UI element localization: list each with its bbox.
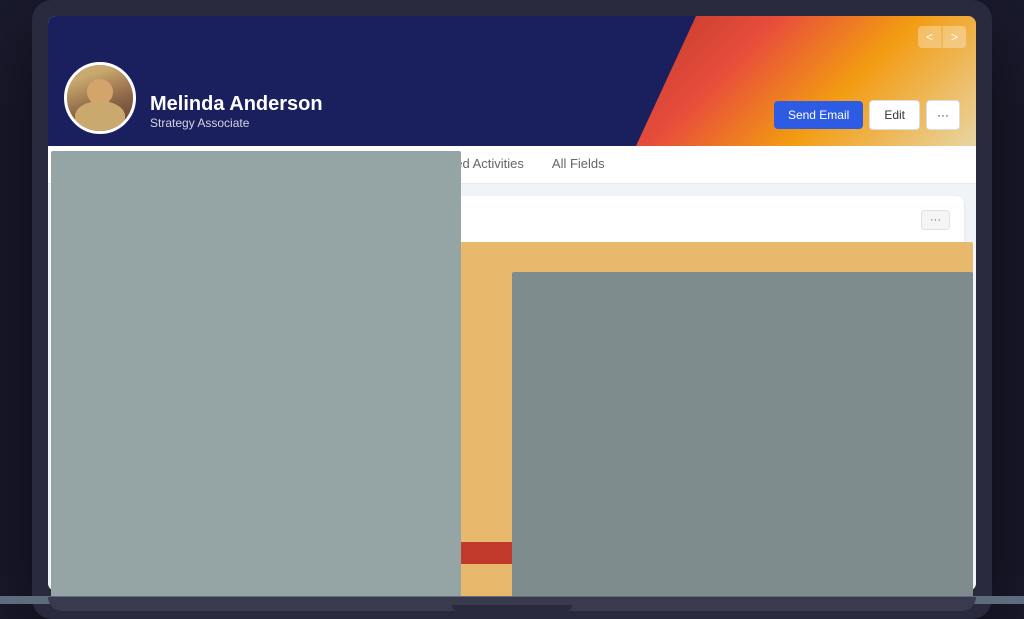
avatar bbox=[64, 62, 136, 134]
action-buttons: Send Email Edit ··· bbox=[774, 100, 960, 130]
next-button[interactable]: > bbox=[943, 26, 966, 48]
properties-grid: GOLDEN EAGLE COTTAGE Individual house Bu… bbox=[341, 242, 950, 420]
profile-section: Melinda Anderson Strategy Associate bbox=[64, 62, 323, 134]
prev-button[interactable]: < bbox=[918, 26, 941, 48]
banner-nav-buttons: < > bbox=[918, 26, 966, 48]
properties-more-btn[interactable]: ··· bbox=[921, 210, 950, 230]
profile-name: Melinda Anderson bbox=[150, 93, 323, 116]
profile-info: Melinda Anderson Strategy Associate bbox=[150, 93, 323, 134]
right-column: Properties ··· bbox=[327, 196, 964, 579]
profile-title: Strategy Associate bbox=[150, 116, 323, 130]
more-options-button[interactable]: ··· bbox=[926, 100, 960, 130]
tab-all-fields[interactable]: All Fields bbox=[538, 146, 619, 183]
laptop-frame: < > Melinda Anderson Strategy Associate bbox=[32, 0, 992, 619]
send-email-button[interactable]: Send Email bbox=[774, 101, 863, 129]
properties-card: Properties ··· bbox=[327, 196, 964, 451]
edit-button[interactable]: Edit bbox=[869, 100, 920, 130]
avatar-image bbox=[67, 65, 133, 131]
banner: < > Melinda Anderson Strategy Associate bbox=[48, 16, 976, 146]
main-content: 👤 About Account Name Affinity Estates De… bbox=[48, 184, 976, 591]
laptop-base bbox=[48, 597, 976, 611]
screen: < > Melinda Anderson Strategy Associate bbox=[48, 16, 976, 591]
